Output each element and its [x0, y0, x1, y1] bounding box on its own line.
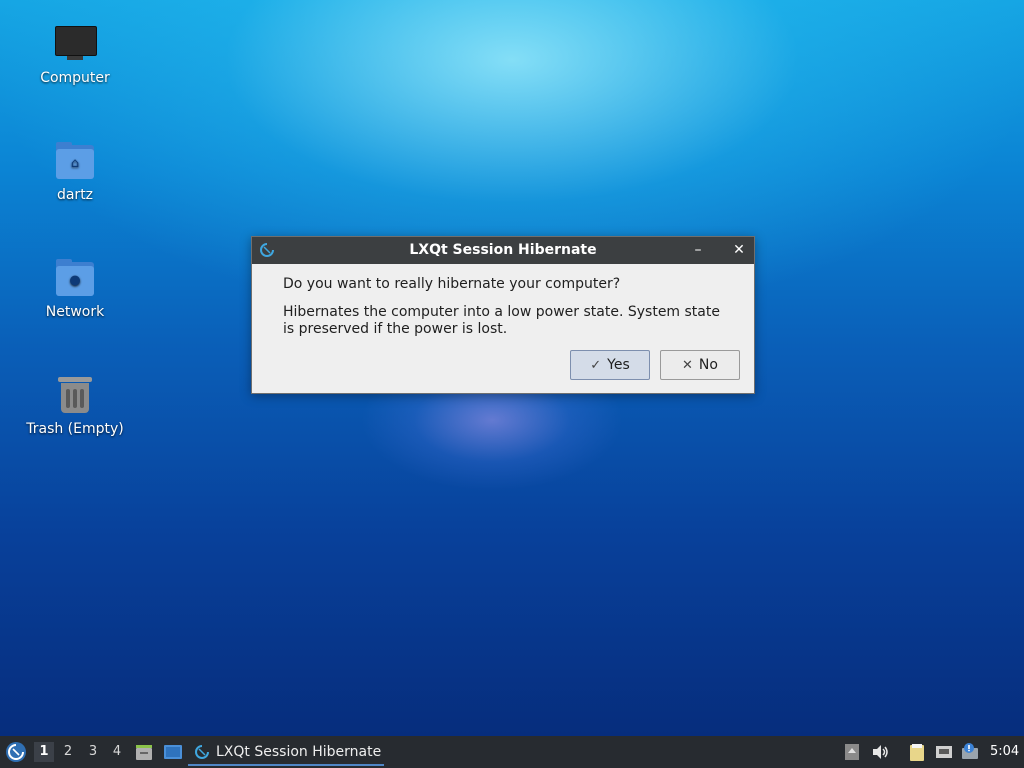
desktop-switch-3[interactable]: 3: [83, 742, 103, 762]
desktop-switch-1[interactable]: 1: [34, 742, 54, 762]
home-folder-icon: ⌂: [53, 139, 97, 183]
desktop-icon-home[interactable]: ⌂ dartz: [20, 139, 130, 203]
dialog-question: Do you want to really hibernate your com…: [283, 276, 621, 292]
computer-monitor-icon: [53, 22, 97, 66]
dialog-title: LXQt Session Hibernate: [409, 242, 597, 258]
yes-button[interactable]: ✓ Yes: [570, 350, 650, 380]
no-button[interactable]: ✕ No: [660, 350, 740, 380]
lxqt-menu-icon[interactable]: [5, 741, 27, 763]
minimize-button[interactable]: –: [688, 240, 708, 260]
desktop-icon-label: Trash (Empty): [26, 421, 124, 437]
volume-icon[interactable]: [870, 742, 890, 762]
desktop-icon-computer[interactable]: Computer: [20, 22, 130, 86]
file-manager-icon[interactable]: [134, 742, 154, 762]
desktop-switch-4[interactable]: 4: [107, 742, 127, 762]
trash-icon: [53, 373, 97, 417]
lxqt-logo-icon: [195, 745, 209, 759]
no-button-label: No: [698, 357, 718, 373]
show-desktop-icon[interactable]: [163, 742, 183, 762]
dialog-titlebar[interactable]: LXQt Session Hibernate – ✕: [252, 237, 754, 264]
notification-icon[interactable]: [960, 742, 980, 762]
desktop-icon-label: dartz: [56, 187, 94, 203]
clock[interactable]: 5:04: [990, 744, 1019, 759]
desktop-switch-2[interactable]: 2: [58, 742, 78, 762]
network-icon[interactable]: [934, 742, 954, 762]
checkmark-icon: ✓: [590, 357, 602, 373]
dialog-description: Hibernates the computer into a low power…: [283, 304, 720, 337]
yes-button-label: Yes: [607, 357, 630, 373]
task-label: LXQt Session Hibernate: [216, 744, 382, 760]
taskbar-task-hibernate[interactable]: LXQt Session Hibernate: [188, 739, 384, 766]
desktop-icon-label: Network: [45, 304, 105, 320]
network-folder-icon: ●: [53, 256, 97, 300]
desktop-icon-network[interactable]: ● Network: [20, 256, 130, 320]
clipboard-icon[interactable]: [907, 742, 927, 762]
desktop-icon-trash[interactable]: Trash (Empty): [20, 373, 130, 437]
hibernate-dialog: LXQt Session Hibernate – ✕ Do you want t…: [251, 236, 755, 394]
close-button[interactable]: ✕: [729, 240, 749, 260]
taskbar: 1 2 3 4 LXQt Session Hibernate 5:04: [0, 736, 1024, 768]
x-mark-icon: ✕: [682, 357, 693, 373]
tray-expand-icon[interactable]: [842, 742, 862, 762]
desktop-icon-label: Computer: [40, 70, 110, 86]
